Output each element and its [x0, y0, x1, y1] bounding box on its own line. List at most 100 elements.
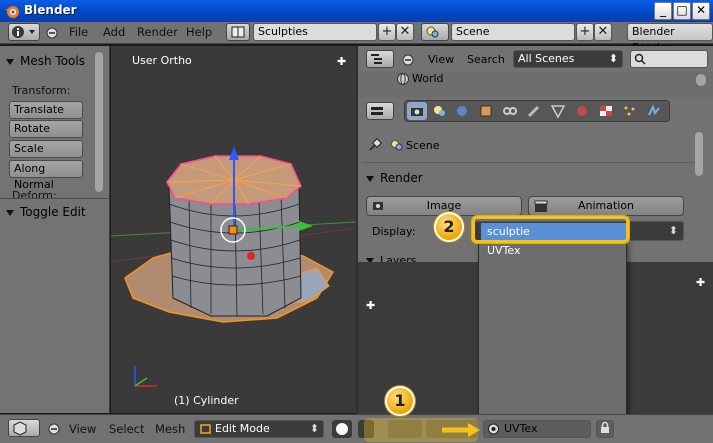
material-tab-icon[interactable] [573, 103, 591, 119]
outliner-editor-type-button[interactable] [366, 50, 394, 68]
collapse-menu-icon[interactable] [48, 423, 60, 435]
menu-select[interactable]: Select [109, 422, 144, 436]
info-header: File Add Render Help Sculpties + ✕ Scene… [0, 22, 713, 54]
outliner-item-world[interactable]: World [412, 72, 444, 85]
remove-screen-button[interactable]: ✕ [396, 23, 414, 41]
scene-tab-icon[interactable] [431, 103, 449, 119]
scene-field[interactable]: Scene [451, 23, 575, 41]
search-icon [634, 53, 646, 65]
add-screen-button[interactable]: + [378, 23, 396, 41]
screen-layout-icon [231, 26, 245, 38]
deform-label: Deform: [12, 189, 57, 202]
menu-view[interactable]: View [69, 422, 96, 436]
lock-icon [601, 421, 609, 433]
properties-editor-type-button[interactable] [366, 102, 394, 120]
toggle-edit-panel-header[interactable]: Toggle Edit [6, 205, 86, 219]
remove-scene-button[interactable]: ✕ [594, 23, 612, 41]
panel-divider [0, 198, 110, 199]
dropdown-arrows-icon: ⬍ [309, 422, 319, 435]
active-object-label: (1) Cylinder [174, 394, 239, 407]
collapse-menu-icon[interactable] [46, 27, 58, 39]
3d-view-icon [13, 421, 27, 436]
screen-layout-field[interactable]: Sculpties [253, 23, 377, 41]
modifiers-wrench-icon[interactable] [525, 103, 543, 119]
render-engine-select[interactable]: Blender Render [627, 23, 713, 54]
context-tabs [404, 100, 670, 122]
menu-file[interactable]: File [69, 25, 88, 39]
blender-logo-icon [5, 6, 19, 18]
outliner-menu-search[interactable]: Search [467, 53, 505, 66]
scene-icon-button[interactable] [421, 23, 449, 41]
physics-tab-icon[interactable] [645, 103, 663, 119]
world-tab-icon[interactable] [453, 103, 471, 119]
3d-view-editor-type-button[interactable] [8, 419, 40, 437]
scene-breadcrumb-icon [391, 140, 403, 151]
viewport-header: View Select Mesh Edit Mode ⬍ UVTex [0, 414, 713, 443]
viewport-shading-button[interactable] [332, 420, 352, 438]
dropdown-arrows-icon: ⬍ [668, 224, 678, 237]
mesh-tools-panel-header[interactable]: Mesh Tools [6, 54, 85, 68]
uv-layer-field[interactable]: UVTex [483, 420, 591, 438]
callout-badge-2: 2 [434, 212, 464, 242]
scale-button[interactable]: Scale [9, 140, 83, 158]
transform-label: Transform: [12, 84, 71, 97]
properties-header [358, 98, 713, 124]
outliner-menu-view[interactable]: View [428, 53, 454, 66]
render-animation-button[interactable]: Animation [528, 196, 684, 216]
particles-tab-icon[interactable] [621, 103, 639, 119]
menu-mesh[interactable]: Mesh [155, 422, 185, 436]
object-tab-icon[interactable] [477, 103, 495, 119]
panel-expand-icon [6, 209, 14, 216]
constraints-tab-icon[interactable] [501, 103, 519, 119]
menu-help[interactable]: Help [186, 25, 212, 39]
display-dropdown-menu: sculptie UVTex [478, 223, 627, 418]
texture-tab-icon[interactable] [597, 103, 615, 119]
maximize-button[interactable]: □ [673, 2, 691, 20]
area-split-icon[interactable]: ✚ [696, 276, 705, 289]
uv-layer-icon [488, 423, 499, 435]
rotate-button[interactable]: Rotate [9, 120, 83, 138]
mesh-data-tab-icon[interactable] [549, 103, 567, 119]
render-still-icon [373, 202, 383, 210]
render-context-tab[interactable] [407, 102, 427, 120]
outliner-search-input[interactable] [630, 50, 708, 68]
mode-select[interactable]: Edit Mode ⬍ [194, 420, 324, 438]
properties-scrollbar[interactable] [695, 132, 703, 176]
render-panel-header[interactable]: Render [366, 171, 423, 185]
window-title: Blender [24, 3, 77, 17]
clapper-icon [534, 200, 548, 212]
display-label: Display: [372, 225, 416, 238]
panel-expand-icon [6, 58, 14, 65]
camera-icon [411, 108, 423, 116]
editor-type-info-button[interactable] [8, 23, 40, 41]
panel-divider [362, 162, 700, 163]
3d-viewport[interactable]: User Ortho ✚ (1) Cylinder [111, 46, 356, 413]
shelf-scrollbar[interactable] [95, 52, 103, 192]
callout-badge-1: 1 [385, 386, 415, 416]
area-split-icon[interactable]: ✚ [366, 299, 375, 312]
breadcrumb-scene: Scene [406, 139, 440, 152]
tool-shelf: Mesh Tools Transform: Translate Rotate S… [0, 46, 110, 413]
screen-layout-icon-button[interactable] [226, 23, 250, 41]
info-icon [12, 26, 35, 38]
dropdown-option-uvtex[interactable]: UVTex [481, 242, 626, 260]
lock-button[interactable] [596, 420, 614, 438]
outliner-scrollbar[interactable] [696, 74, 706, 86]
collapse-menu-icon[interactable] [402, 54, 414, 66]
outliner-icon [371, 54, 382, 64]
close-window-button[interactable]: ✕ [692, 2, 710, 20]
minimize-button[interactable]: _ [654, 2, 672, 20]
along-normal-button[interactable]: Along Normal [9, 160, 83, 191]
display-mode-select[interactable]: All Scenes ⬍ [513, 50, 623, 68]
dropdown-arrows-icon: ⬍ [608, 52, 618, 65]
translate-button[interactable]: Translate [9, 101, 83, 119]
world-icon [397, 73, 409, 85]
add-scene-button[interactable]: + [576, 23, 594, 41]
mesh-cylinder[interactable] [111, 46, 356, 413]
highlight-box-sculptie [472, 216, 629, 243]
window-titlebar: Blender _ □ ✕ [0, 0, 713, 22]
menu-render[interactable]: Render [137, 25, 178, 39]
menu-add[interactable]: Add [103, 25, 125, 39]
pin-icon[interactable] [368, 138, 382, 152]
properties-icon [371, 107, 383, 115]
